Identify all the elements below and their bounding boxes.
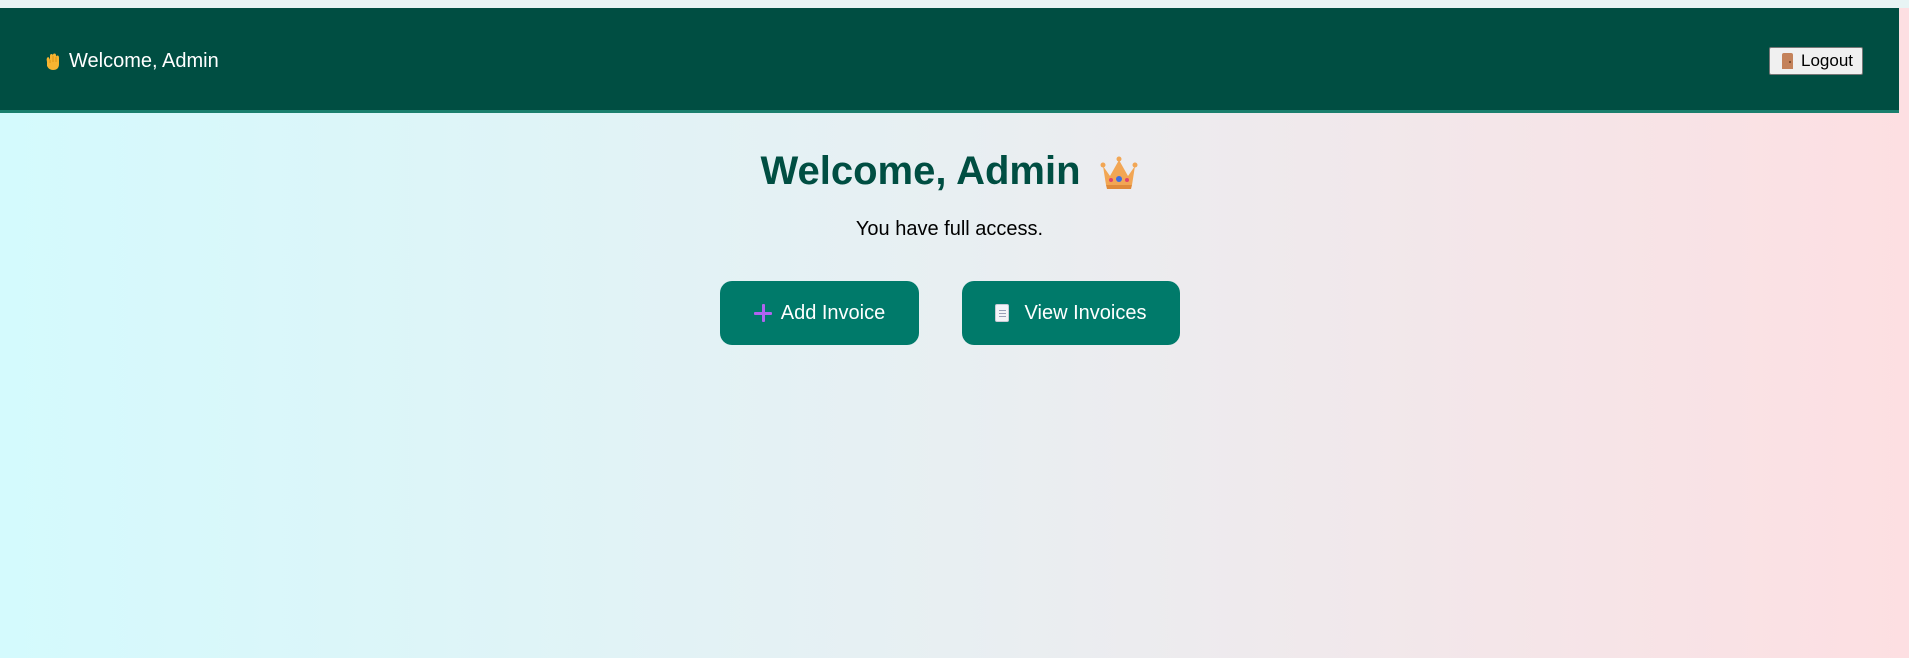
view-invoices-button[interactable]: View Invoices [961, 281, 1180, 345]
crown-icon [1099, 152, 1139, 192]
access-message: You have full access. [855, 218, 1044, 240]
action-buttons: Add Invoice View Invoices [0, 281, 1899, 345]
logout-button[interactable]: Logout [1769, 47, 1863, 75]
page-title: Welcome, Admin [760, 149, 1138, 194]
main-content: Welcome, Admin You have full access. Add… [0, 113, 1899, 345]
plus-icon [753, 303, 773, 323]
waving-hand-icon [43, 52, 61, 72]
add-invoice-button[interactable]: Add Invoice [719, 281, 919, 345]
door-icon [1782, 53, 1793, 69]
document-icon [994, 304, 1009, 322]
view-invoices-label: View Invoices [1024, 301, 1147, 324]
navbar: Welcome, Admin Logout [0, 8, 1899, 113]
nav-welcome: Welcome, Admin [43, 50, 219, 73]
window-top-strip [0, 0, 1909, 8]
logout-label: Logout [1801, 51, 1853, 70]
page-title-text: Welcome, Admin [760, 149, 1081, 193]
nav-welcome-text: Welcome, Admin [69, 50, 219, 72]
add-invoice-label: Add Invoice [780, 301, 886, 324]
